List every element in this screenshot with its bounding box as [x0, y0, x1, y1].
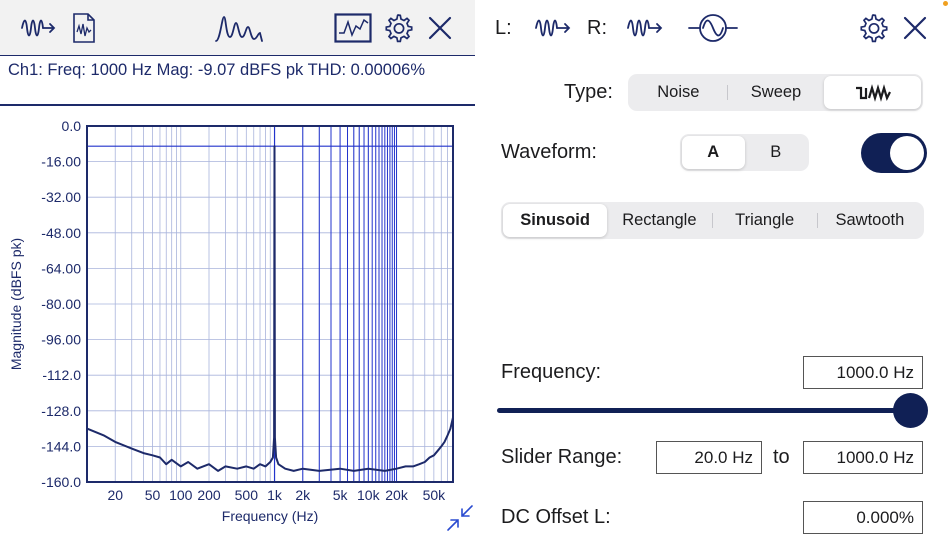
frequency-label: Frequency:: [501, 361, 602, 383]
shape-option-rectangle[interactable]: Rectangle: [607, 204, 711, 237]
y-tick-label: -160.0: [41, 474, 81, 490]
y-tick-label: -48.00: [41, 225, 81, 241]
readout-divider: [0, 104, 475, 106]
x-tick-label: 5k: [333, 487, 349, 503]
slider-range-max-field[interactable]: 1000.0 Hz: [803, 441, 923, 474]
y-tick-label: -80.00: [41, 296, 81, 312]
x-tick-label: 20k: [385, 487, 409, 503]
frequency-slider-thumb[interactable]: [893, 393, 928, 428]
generator-icon[interactable]: [18, 8, 58, 48]
y-tick-label: -32.00: [41, 189, 81, 205]
sine-source-icon[interactable]: [687, 12, 739, 49]
analyzer-toolbar: [0, 0, 475, 56]
multitone-icon: [855, 83, 891, 102]
x-tick-label: 1k: [267, 487, 283, 503]
y-tick-label: -128.0: [41, 403, 81, 419]
waveform-option-b[interactable]: B: [745, 136, 808, 169]
type-segmented-control: Noise Sweep: [628, 74, 923, 111]
trace-view-icon[interactable]: [333, 8, 373, 48]
frequency-field[interactable]: 1000.0 Hz: [803, 356, 923, 389]
measurement-readout: Ch1: Freq: 1000 Hz Mag: -9.07 dBFS pk TH…: [8, 61, 425, 79]
y-tick-label: -144.0: [41, 438, 81, 454]
generator-r-icon[interactable]: [625, 14, 665, 47]
y-tick-label: -96.00: [41, 332, 81, 348]
right-channel-label: R:: [587, 17, 607, 39]
x-tick-label: 2k: [295, 487, 311, 503]
y-axis-label: Magnitude (dBFS pk): [8, 238, 24, 370]
y-tick-label: 0.0: [62, 118, 82, 134]
waveform-toggle[interactable]: [861, 133, 927, 173]
slider-range-min-field[interactable]: 20.0 Hz: [656, 441, 762, 474]
x-tick-label: 200: [197, 487, 221, 503]
x-tick-label: 50k: [423, 487, 447, 503]
frequency-slider-track[interactable]: [497, 408, 915, 413]
shape-option-sinusoid[interactable]: Sinusoid: [503, 204, 608, 237]
shape-option-triangle[interactable]: Triangle: [713, 204, 817, 237]
slider-range-to-label: to: [773, 446, 790, 468]
waveform-option-a[interactable]: A: [682, 136, 745, 169]
x-tick-label: 500: [235, 487, 259, 503]
y-tick-label: -112.0: [42, 367, 81, 383]
shape-segmented-control: Sinusoid Rectangle Triangle Sawtooth: [501, 202, 924, 239]
dc-offset-field[interactable]: 0.000%: [803, 501, 923, 534]
generator-l-icon[interactable]: [533, 14, 573, 47]
gear-icon[interactable]: [857, 12, 889, 49]
x-tick-label: 100: [169, 487, 193, 503]
close-icon[interactable]: [903, 16, 927, 45]
x-tick-label: 50: [145, 487, 161, 503]
spectrum-peaks-icon[interactable]: [213, 8, 265, 48]
analyzer-panel: Ch1: Freq: 1000 Hz Mag: -9.07 dBFS pk TH…: [0, 0, 475, 534]
waveform-segmented-control: A B: [680, 134, 809, 171]
spectrum-chart[interactable]: 0.0 -16.00 -32.00 -48.00 -64.00 -80.00 -96.00 -…: [0, 108, 475, 534]
close-icon[interactable]: [420, 8, 460, 48]
x-tick-label: 20: [107, 487, 123, 503]
slider-range-label: Slider Range:: [501, 446, 623, 468]
collapse-icon[interactable]: [447, 505, 473, 531]
toggle-knob: [890, 136, 924, 170]
dc-offset-label: DC Offset L:: [501, 506, 611, 528]
gear-icon[interactable]: [378, 8, 418, 48]
x-tick-label: 10k: [357, 487, 381, 503]
type-option-noise[interactable]: Noise: [630, 76, 727, 109]
waveform-label: Waveform:: [501, 141, 597, 163]
generator-panel: L: R: Type: Noise Sweep Waveform: A B Si…: [477, 0, 950, 534]
shape-option-sawtooth[interactable]: Sawtooth: [818, 204, 922, 237]
export-file-icon[interactable]: [64, 8, 104, 48]
type-label: Type:: [564, 81, 613, 103]
type-option-sweep[interactable]: Sweep: [728, 76, 825, 109]
x-axis-label: Frequency (Hz): [222, 508, 318, 524]
y-tick-label: -16.00: [41, 154, 81, 170]
type-option-multitone[interactable]: [824, 76, 922, 109]
status-dot: [943, 1, 948, 6]
y-tick-label: -64.00: [41, 260, 81, 276]
left-channel-label: L:: [495, 17, 512, 39]
